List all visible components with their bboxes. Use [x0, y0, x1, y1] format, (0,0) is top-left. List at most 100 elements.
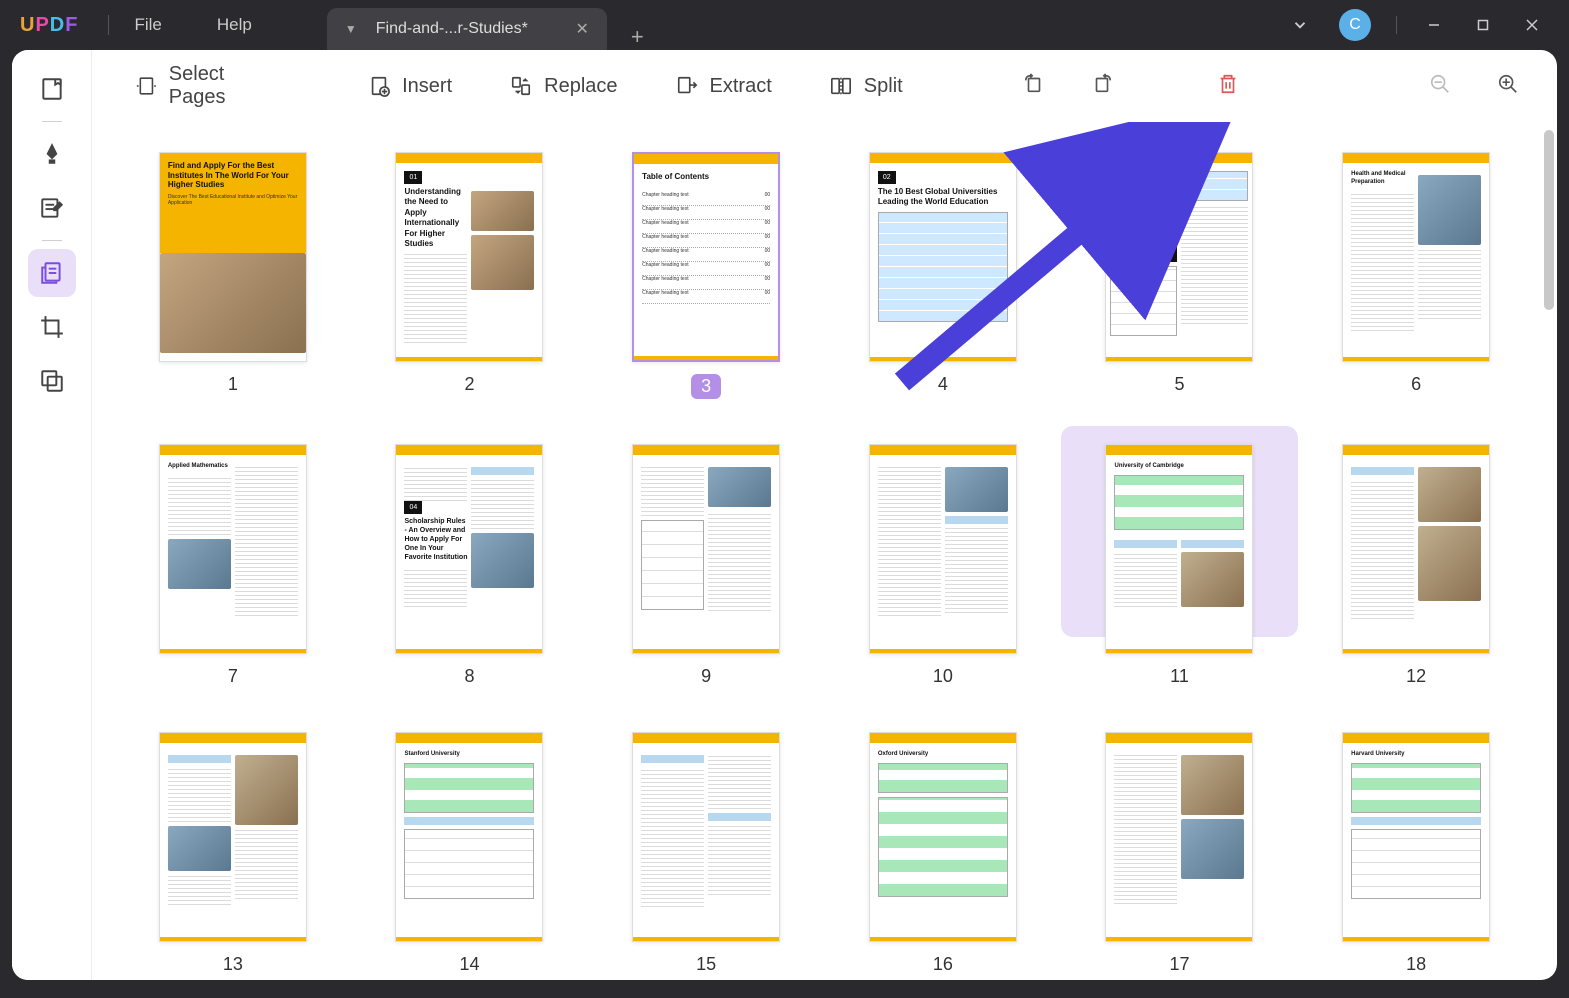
- page-cell: 13: [142, 732, 324, 975]
- page-number: 2: [464, 374, 474, 395]
- extract-button[interactable]: Extract: [662, 67, 786, 106]
- window-controls: C: [1286, 9, 1559, 41]
- page-thumbnail[interactable]: University of Cambridge: [1105, 444, 1253, 654]
- page-thumbnail[interactable]: [632, 444, 780, 654]
- page-thumbnail[interactable]: 01Understanding the Need to Apply Intern…: [395, 152, 543, 362]
- page-cell: 17: [1089, 732, 1271, 975]
- page-cell: 04Scholarship Rules - An Overview and Ho…: [379, 444, 561, 687]
- zoom-out-button[interactable]: [1421, 65, 1459, 108]
- minimize-button[interactable]: [1422, 13, 1446, 37]
- page-number: 11: [1170, 666, 1189, 687]
- close-icon[interactable]: ✕: [575, 19, 588, 39]
- page-number: 17: [1169, 954, 1189, 975]
- page-thumbnail[interactable]: [869, 444, 1017, 654]
- page-cell: Oxford University 16: [852, 732, 1034, 975]
- page-thumbnail[interactable]: Table of ContentsChapter heading text00C…: [632, 152, 780, 362]
- page-grid-scroll[interactable]: Find and Apply For the Best Institutes I…: [92, 122, 1557, 980]
- page-number: 1: [228, 374, 238, 395]
- extract-label: Extract: [710, 75, 772, 98]
- edit-icon[interactable]: [28, 184, 76, 232]
- page-thumbnail[interactable]: Find and Apply For the Best Institutes I…: [159, 152, 307, 362]
- user-avatar[interactable]: C: [1339, 9, 1371, 41]
- insert-button[interactable]: Insert: [354, 67, 466, 106]
- page-thumbnail[interactable]: [1105, 732, 1253, 942]
- page-grid: Find and Apply For the Best Institutes I…: [142, 152, 1507, 975]
- separator: [42, 121, 62, 122]
- add-tab-button[interactable]: +: [611, 24, 664, 50]
- crop-icon[interactable]: [28, 303, 76, 351]
- page-thumbnail[interactable]: Health and Medical Preparation: [1342, 152, 1490, 362]
- page-cell: Harvard University 18: [1325, 732, 1507, 975]
- page-thumbnail[interactable]: [159, 732, 307, 942]
- separator: [42, 240, 62, 241]
- compare-icon[interactable]: [28, 357, 76, 405]
- insert-label: Insert: [402, 75, 452, 98]
- close-button[interactable]: [1520, 13, 1544, 37]
- page-cell: 10: [852, 444, 1034, 687]
- page-cell: 01Understanding the Need to Apply Intern…: [379, 152, 561, 399]
- page-thumbnail[interactable]: [632, 732, 780, 942]
- replace-button[interactable]: Replace: [496, 67, 631, 106]
- page-number: 16: [933, 954, 953, 975]
- page-cell: 02The 10 Best Global Universities Leadin…: [852, 152, 1034, 399]
- menu-file[interactable]: File: [134, 15, 161, 35]
- page-cell: Applied Mathematics7: [142, 444, 324, 687]
- highlight-icon[interactable]: [28, 130, 76, 178]
- page-thumbnail[interactable]: Applied Mathematics: [159, 444, 307, 654]
- page-cell: 9: [615, 444, 797, 687]
- separator: [1396, 16, 1397, 34]
- page-cell: Table of ContentsChapter heading text00C…: [615, 152, 797, 399]
- app-shell: Select Pages Insert Replace Extract Spli…: [12, 50, 1557, 980]
- select-pages-label: Select Pages: [169, 63, 280, 109]
- delete-button[interactable]: [1209, 65, 1247, 108]
- page-thumbnail[interactable]: Oxford University: [869, 732, 1017, 942]
- page-number: 3: [691, 374, 721, 399]
- reader-mode-icon[interactable]: [28, 65, 76, 113]
- page-number: 6: [1411, 374, 1421, 395]
- page-number: 13: [223, 954, 243, 975]
- zoom-in-button[interactable]: [1489, 65, 1527, 108]
- page-thumbnail[interactable]: Stanford University: [395, 732, 543, 942]
- page-cell: 12: [1325, 444, 1507, 687]
- rotate-left-button[interactable]: [1015, 65, 1053, 108]
- menu-help[interactable]: Help: [217, 15, 252, 35]
- page-number: 18: [1406, 954, 1426, 975]
- organize-pages-icon[interactable]: [28, 249, 76, 297]
- page-cell: 03Best Professional Exposure 5: [1089, 152, 1271, 399]
- split-button[interactable]: Split: [816, 67, 917, 106]
- split-label: Split: [864, 75, 903, 98]
- page-number: 14: [459, 954, 479, 975]
- page-thumbnail[interactable]: 04Scholarship Rules - An Overview and Ho…: [395, 444, 543, 654]
- page-cell: 15: [615, 732, 797, 975]
- replace-label: Replace: [544, 75, 617, 98]
- tab-title: Find-and-...r-Studies*: [376, 20, 528, 38]
- page-cell: Stanford University 14: [379, 732, 561, 975]
- rotate-right-button[interactable]: [1083, 65, 1121, 108]
- select-pages-button[interactable]: Select Pages: [122, 55, 294, 117]
- page-number: 8: [464, 666, 474, 687]
- page-number: 10: [933, 666, 953, 687]
- page-thumbnail[interactable]: 02The 10 Best Global Universities Leadin…: [869, 152, 1017, 362]
- separator: [108, 15, 109, 35]
- app-logo: UPDF: [20, 14, 78, 37]
- page-number: 15: [696, 954, 716, 975]
- maximize-button[interactable]: [1471, 13, 1495, 37]
- page-cell: University of Cambridge 11: [1089, 444, 1271, 687]
- page-number: 9: [701, 666, 711, 687]
- vertical-scrollbar[interactable]: [1544, 130, 1554, 310]
- main-content: Select Pages Insert Replace Extract Spli…: [92, 50, 1557, 980]
- document-tab[interactable]: ▼ Find-and-...r-Studies* ✕: [327, 8, 607, 50]
- title-bar: UPDF File Help ▼ Find-and-...r-Studies* …: [0, 0, 1569, 50]
- toolbar: Select Pages Insert Replace Extract Spli…: [92, 50, 1557, 122]
- page-number: 4: [938, 374, 948, 395]
- page-number: 5: [1174, 374, 1184, 395]
- page-number: 12: [1406, 666, 1426, 687]
- tab-area: ▼ Find-and-...r-Studies* ✕ +: [327, 0, 664, 50]
- left-sidebar: [12, 50, 92, 980]
- page-thumbnail[interactable]: Harvard University: [1342, 732, 1490, 942]
- chevron-down-icon[interactable]: [1286, 11, 1314, 39]
- page-thumbnail[interactable]: [1342, 444, 1490, 654]
- tab-dropdown-icon[interactable]: ▼: [345, 22, 357, 36]
- page-cell: Find and Apply For the Best Institutes I…: [142, 152, 324, 399]
- page-thumbnail[interactable]: 03Best Professional Exposure: [1105, 152, 1253, 362]
